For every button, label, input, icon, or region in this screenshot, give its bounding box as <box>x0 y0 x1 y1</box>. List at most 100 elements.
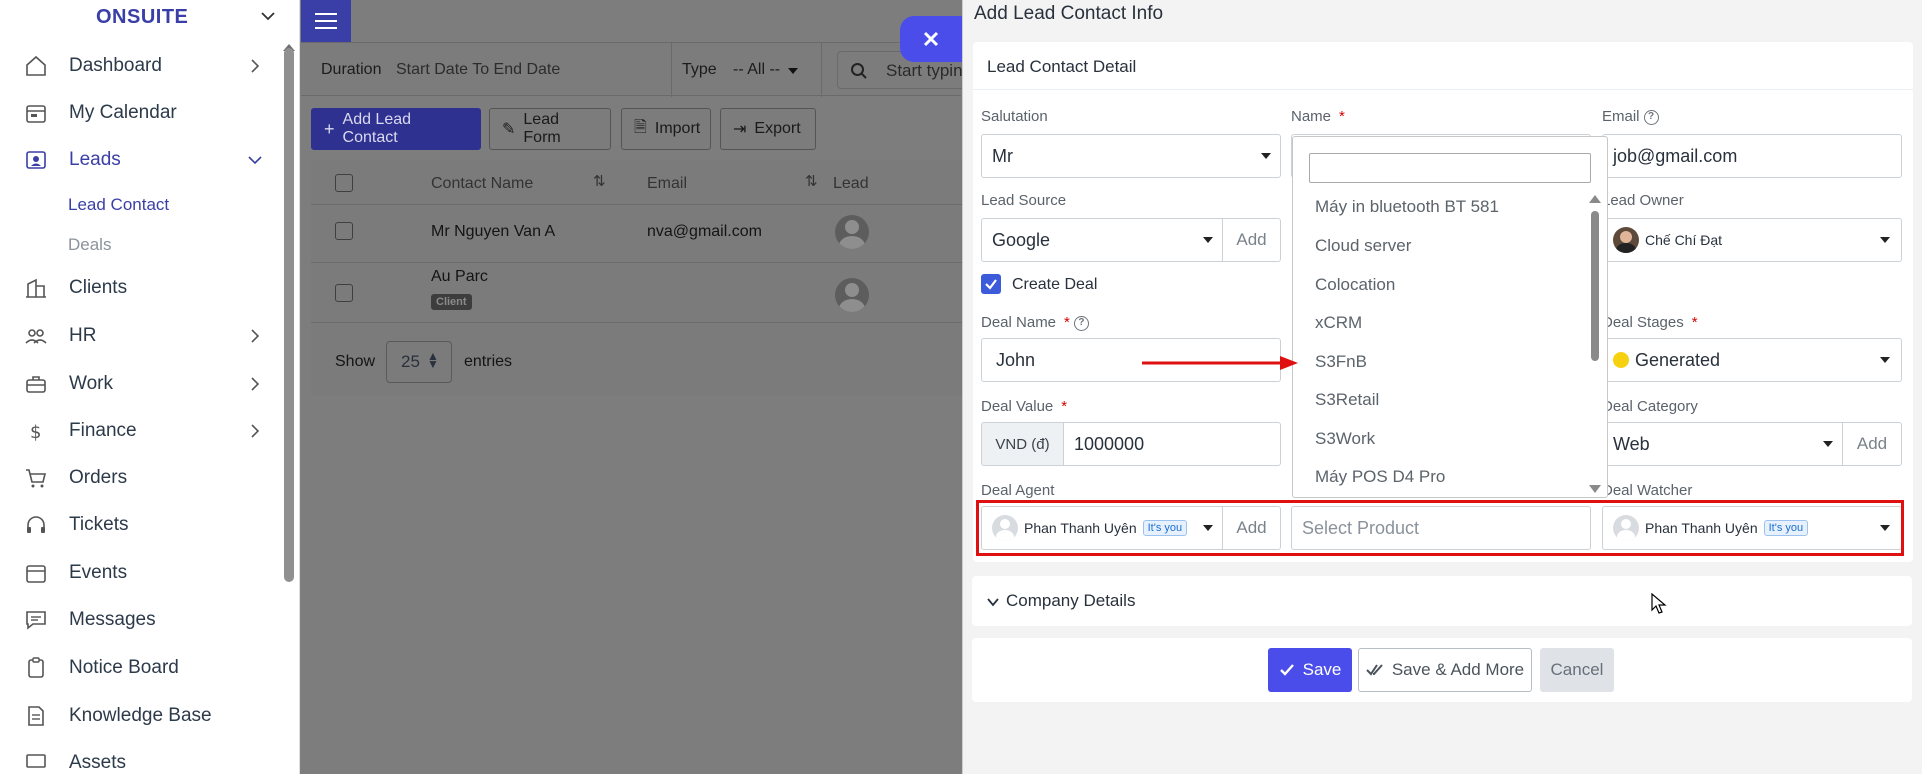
lead-form-button[interactable]: ✎ Lead Form <box>489 108 611 150</box>
menu-toggle-button[interactable] <box>301 0 351 42</box>
sidebar-item-assets[interactable]: Assets <box>0 741 280 774</box>
type-label: Type <box>682 61 717 78</box>
save-button[interactable]: Save <box>1268 648 1352 692</box>
entries-select[interactable]: 25 ▲ ▼ <box>386 341 452 383</box>
export-button[interactable]: ⇥ Export <box>720 108 816 150</box>
chevron-down-icon[interactable] <box>258 6 278 26</box>
type-select[interactable]: -- All -- <box>733 61 780 79</box>
deal-stages-label: Deal Stages * <box>1602 314 1698 331</box>
dropdown-option[interactable]: S3FnB <box>1315 352 1367 372</box>
headset-icon <box>27 516 45 533</box>
deal-agent-label: Deal Agent <box>981 482 1055 499</box>
document-icon <box>28 706 44 726</box>
salutation-value: Mr <box>992 146 1013 166</box>
brand-header[interactable]: ONSUITE <box>0 0 299 36</box>
sidebar-item-messages[interactable]: Messages <box>0 598 280 642</box>
import-button[interactable]: 🗎 Import <box>621 108 711 150</box>
section-title: Lead Contact Detail <box>987 57 1137 76</box>
dropdown-scrollbar[interactable] <box>1591 211 1599 361</box>
caret-down-icon <box>1823 441 1833 447</box>
column-header-email[interactable]: Email <box>647 175 687 193</box>
sidebar-item-knowledge-base[interactable]: Knowledge Base <box>0 694 280 738</box>
contact-email: nva@gmail.com <box>647 223 762 240</box>
row-checkbox[interactable] <box>335 284 353 302</box>
lead-source-label: Lead Source <box>981 192 1067 209</box>
sidebar-item-label: Leads <box>69 149 121 170</box>
pencil-icon: ✎ <box>502 121 516 138</box>
dropdown-option[interactable]: Máy POS D4 Pro <box>1315 467 1445 487</box>
sidebar-subitem-lead-contact[interactable]: Lead Contact <box>68 195 169 215</box>
dropdown-option[interactable]: xCRM <box>1315 313 1362 333</box>
sidebar-item-label: Tickets <box>69 514 129 535</box>
sort-icon[interactable]: ⇅ <box>593 172 606 190</box>
caret-down-icon <box>1880 237 1890 243</box>
button-label: Export <box>754 120 801 137</box>
dropdown-option[interactable]: S3Retail <box>1315 390 1379 410</box>
email-field[interactable]: job@gmail.com <box>1602 134 1902 178</box>
lead-source-select[interactable]: Google <box>981 218 1223 262</box>
scroll-up-arrow[interactable] <box>1589 195 1601 203</box>
caret-down-icon <box>788 68 798 74</box>
sort-icon[interactable]: ⇅ <box>805 172 818 190</box>
create-deal-checkbox[interactable] <box>981 274 1001 294</box>
sidebar-subitem-deals[interactable]: Deals <box>68 235 111 255</box>
deal-stages-select[interactable]: Generated <box>1602 338 1902 382</box>
sidebar-item-work[interactable]: Work <box>0 362 280 406</box>
dropdown-option[interactable]: S3Work <box>1315 429 1375 449</box>
dropdown-search-input[interactable] <box>1309 153 1591 183</box>
deal-name-label: Deal Name *? <box>981 314 1089 331</box>
deal-category-select[interactable]: Web <box>1602 422 1843 466</box>
hamburger-icon <box>315 13 337 15</box>
scroll-down-arrow[interactable] <box>1589 485 1601 493</box>
sort-arrows-icon: ▲ ▼ <box>427 349 439 371</box>
sidebar-item-events[interactable]: Events <box>0 551 280 595</box>
deal-category-label: Deal Category <box>1602 398 1698 415</box>
add-lead-contact-button[interactable]: + Add Lead Contact <box>311 108 481 150</box>
lead-owner-select[interactable]: Chế Chí Đạt <box>1602 218 1902 262</box>
sidebar-item-notice-board[interactable]: Notice Board <box>0 646 280 690</box>
deal-value-field[interactable]: 1000000 <box>1063 422 1281 466</box>
cancel-button[interactable]: Cancel <box>1540 648 1614 692</box>
dropdown-option[interactable]: Colocation <box>1315 275 1395 295</box>
select-all-checkbox[interactable] <box>335 174 353 192</box>
sidebar-item-tickets[interactable]: Tickets <box>0 503 280 547</box>
sidebar-scrollbar[interactable] <box>284 48 294 582</box>
column-header-contact-name[interactable]: Contact Name <box>431 175 533 193</box>
sidebar-item-dashboard[interactable]: Dashboard <box>0 44 280 88</box>
create-deal-label[interactable]: Create Deal <box>1012 276 1097 294</box>
save-and-add-more-button[interactable]: Save & Add More <box>1358 648 1532 692</box>
add-deal-category-button[interactable]: Add <box>1842 422 1902 466</box>
dollar-icon: $ <box>30 422 41 443</box>
sidebar-item-orders[interactable]: Orders <box>0 456 280 500</box>
close-panel-button[interactable] <box>900 16 962 62</box>
help-icon[interactable]: ? <box>1643 109 1659 125</box>
cart-icon <box>26 469 47 488</box>
chevron-down-icon <box>248 156 262 165</box>
sidebar-item-clients[interactable]: Clients <box>0 266 280 310</box>
sidebar-item-finance[interactable]: $ Finance <box>0 409 280 453</box>
sidebar-item-my-calendar[interactable]: My Calendar <box>0 91 280 135</box>
chevron-down-icon <box>987 598 999 607</box>
house-icon <box>26 55 46 76</box>
dropdown-option[interactable]: Cloud server <box>1315 236 1411 256</box>
column-header-lead[interactable]: Lead <box>833 175 869 193</box>
help-icon[interactable]: ? <box>1073 315 1089 331</box>
dropdown-option[interactable]: Máy in bluetooth BT 581 <box>1315 197 1499 217</box>
brand-logo-text: ONSUITE <box>96 6 189 28</box>
contact-name[interactable]: Mr Nguyen Van A <box>431 223 555 241</box>
sidebar-item-hr[interactable]: HR <box>0 314 280 358</box>
row-checkbox[interactable] <box>335 222 353 240</box>
deal-watcher-label: Deal Watcher <box>1602 482 1693 499</box>
checkmark-icon <box>985 279 997 290</box>
add-lead-source-button[interactable]: Add <box>1222 218 1281 262</box>
client-badge: Client <box>431 294 472 310</box>
divider <box>821 43 822 97</box>
caret-down-icon <box>1261 153 1271 159</box>
monitor-icon <box>26 754 46 768</box>
duration-input[interactable]: Start Date To End Date <box>396 61 560 79</box>
sidebar-item-leads[interactable]: Leads <box>0 138 280 182</box>
contact-name[interactable]: Au Parc <box>431 268 488 286</box>
salutation-select[interactable]: Mr <box>981 134 1281 178</box>
email-label: Email? <box>1602 108 1659 125</box>
company-details-section[interactable]: Company Details <box>972 576 1912 626</box>
